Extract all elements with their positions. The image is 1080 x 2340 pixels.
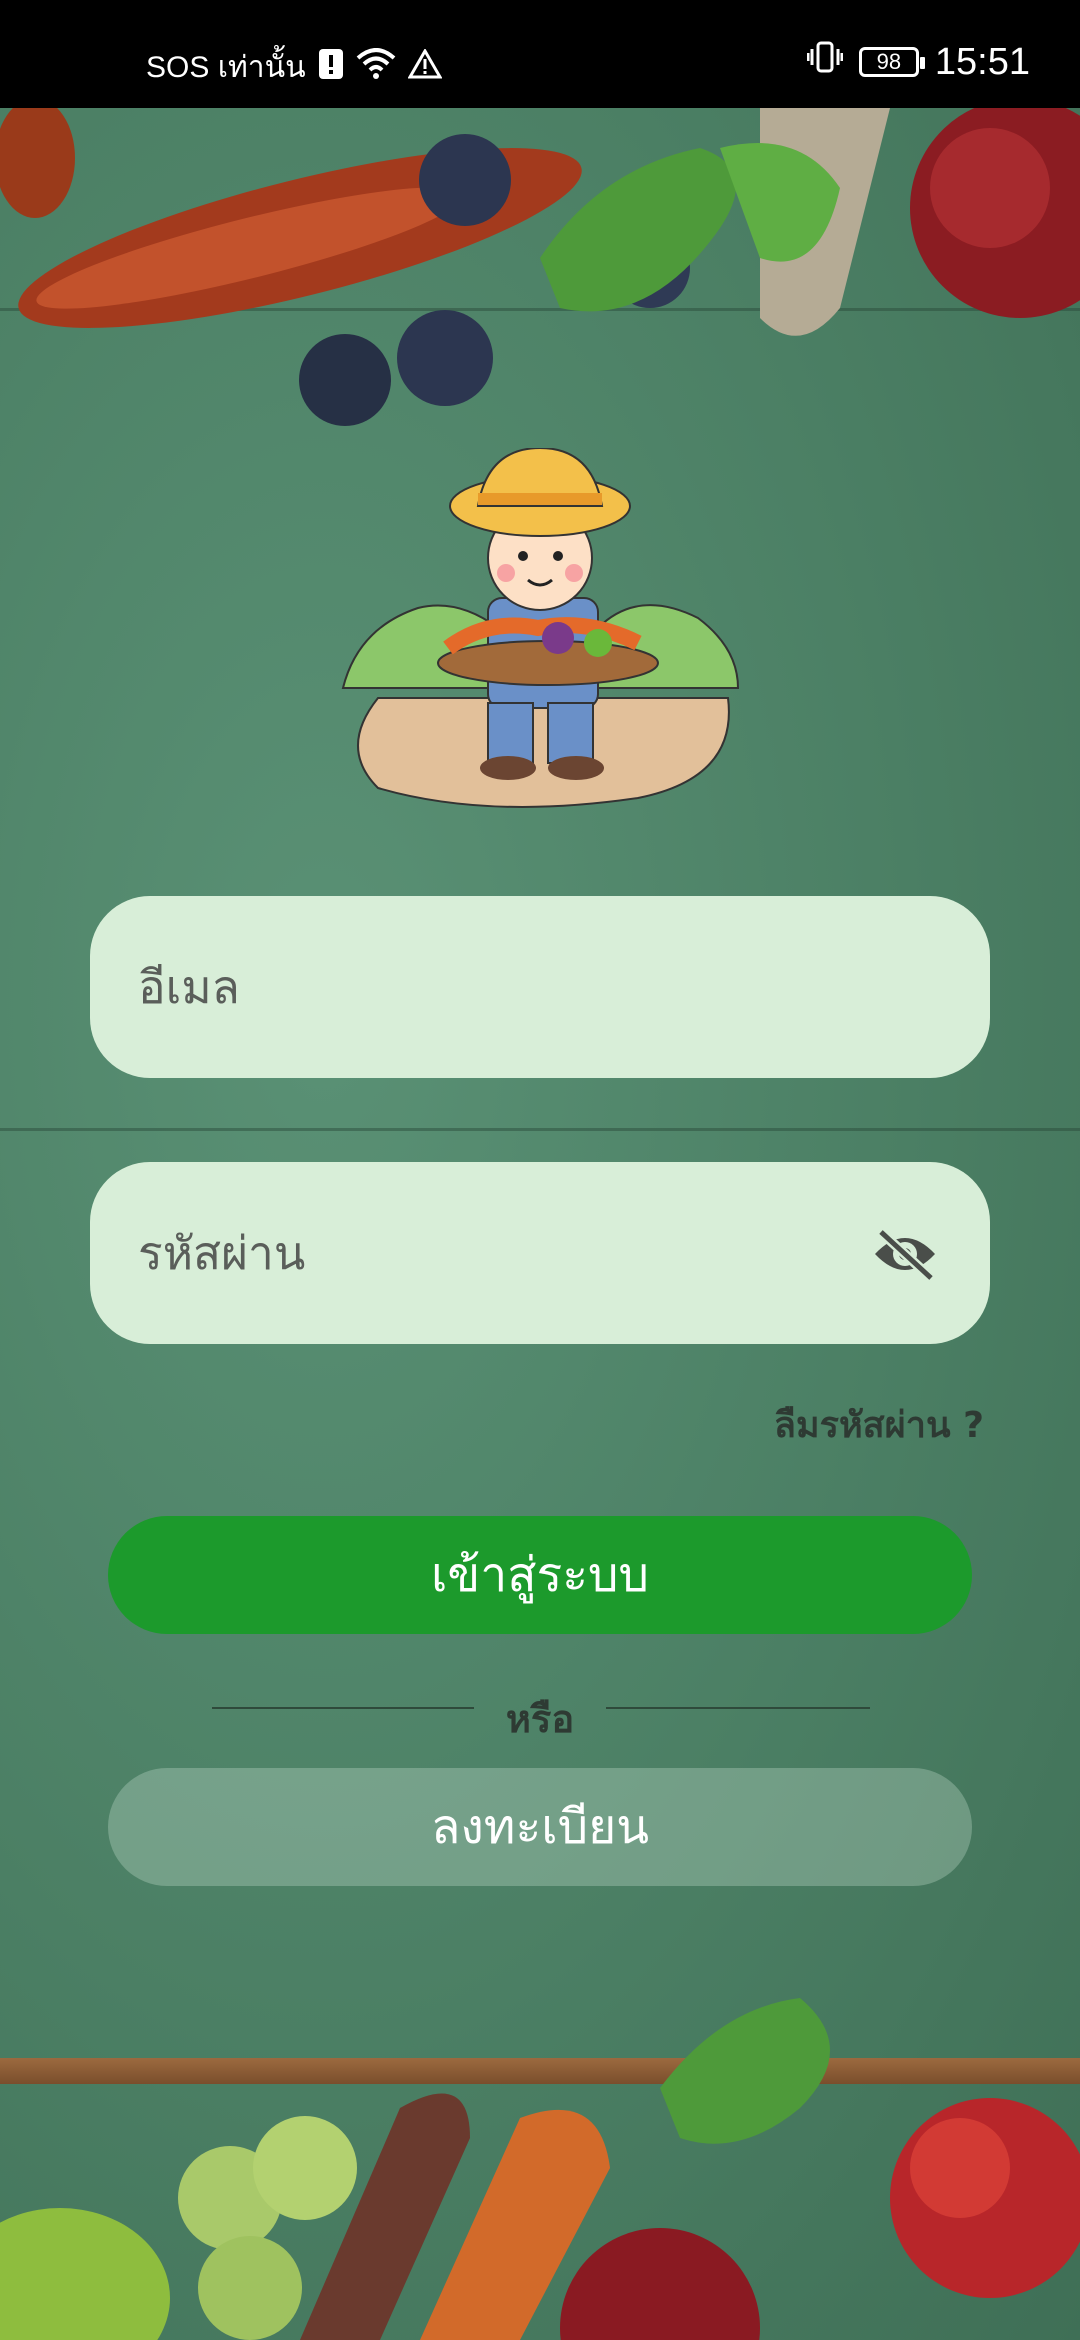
plank-line <box>0 1128 1080 1131</box>
or-label: หรือ <box>505 1697 575 1741</box>
divider-line-right <box>606 1707 870 1709</box>
status-right: 98 15:51 <box>806 40 1030 84</box>
wifi-icon <box>356 47 396 88</box>
warning-icon <box>406 47 443 87</box>
email-input[interactable] <box>138 960 838 1014</box>
clock: 15:51 <box>934 40 1030 83</box>
status-bar: SOS เท่านั้น 98 15:51 <box>0 0 1080 108</box>
password-field[interactable] <box>90 1162 990 1344</box>
sim-alert-icon <box>318 48 344 88</box>
login-button-label: เข้าสู่ระบบ <box>431 1547 649 1603</box>
vegetables-bottom-image <box>0 1998 1080 2340</box>
register-button[interactable]: ลงทะเบียน <box>108 1768 972 1886</box>
eye-off-icon[interactable] <box>870 1224 940 1284</box>
farmer-mascot-logo <box>341 448 740 808</box>
carrier-text: SOS เท่านั้น <box>146 51 306 84</box>
login-button[interactable]: เข้าสู่ระบบ <box>108 1516 972 1634</box>
status-left: SOS เท่านั้น <box>146 44 443 91</box>
email-field[interactable] <box>90 896 990 1078</box>
register-button-label: ลงทะเบียน <box>430 1799 650 1855</box>
vegetables-top-image <box>0 108 1080 426</box>
forgot-password-link[interactable]: ลืมรหัสผ่าน ? <box>774 1396 984 1453</box>
password-input[interactable] <box>138 1226 838 1280</box>
battery-indicator: 98 <box>858 47 925 77</box>
vibrate-icon <box>806 40 844 84</box>
